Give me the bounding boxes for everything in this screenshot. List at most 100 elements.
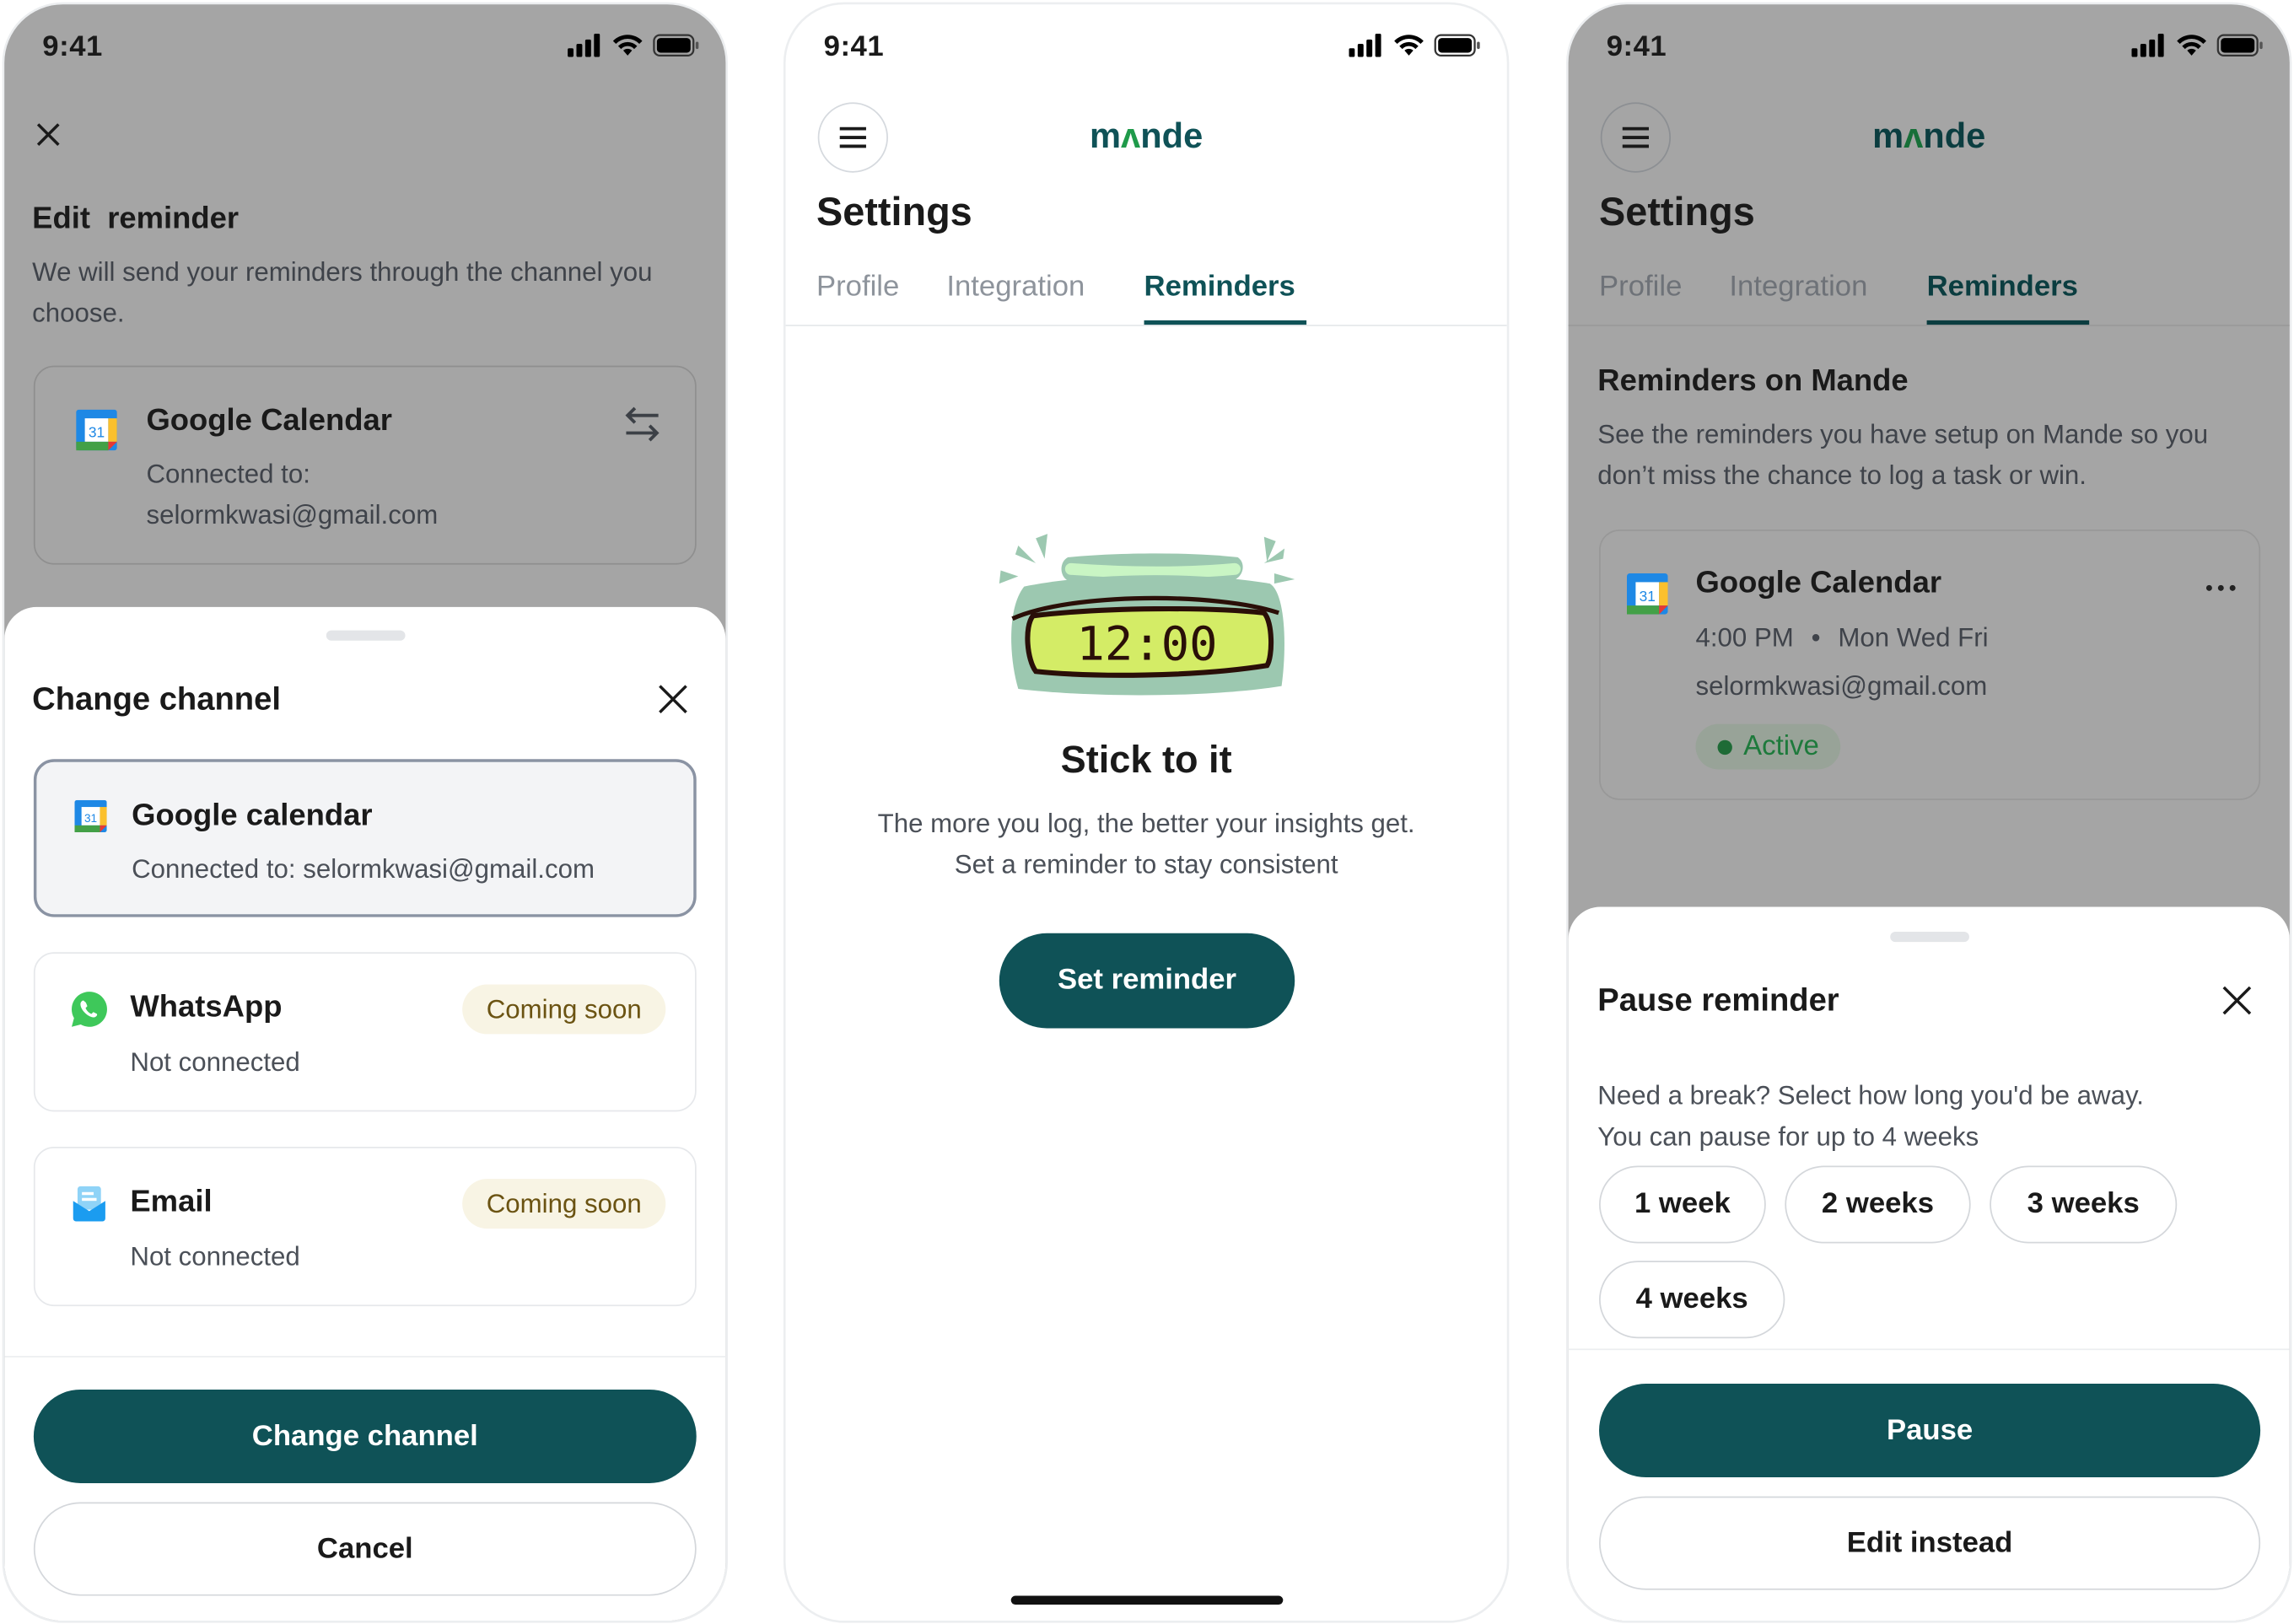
page-title: Edit reminder (32, 202, 240, 236)
reminder-email: selormkwasi@gmail.com (1695, 671, 1988, 701)
whatsapp-icon (71, 992, 107, 1027)
status-badge: Active (1695, 723, 1841, 770)
separator-dot: • (1811, 622, 1821, 653)
cancel-button[interactable]: Cancel (33, 1502, 697, 1596)
status-icons (568, 33, 699, 57)
swap-icon[interactable] (623, 406, 661, 442)
channel-option-email[interactable]: Email Not connected Coming soon (33, 1147, 697, 1307)
pause-option-2-weeks[interactable]: 2 weeks (1785, 1165, 1971, 1244)
option-name: WhatsApp (130, 990, 283, 1024)
pause-reminder-sheet: Pause reminder Need a break? Select how … (1568, 906, 2290, 1621)
pause-option-3-weeks[interactable]: 3 weeks (1990, 1165, 2178, 1244)
pause-option-1-week[interactable]: 1 week (1599, 1165, 1766, 1244)
sheet-drag-handle[interactable] (326, 630, 406, 641)
signal-icon (568, 33, 600, 57)
reminder-time: 4:00 PM (1695, 622, 1794, 653)
sheet-description-line-2: You can pause for up to 4 weeks (1597, 1121, 1979, 1152)
sheet-title: Pause reminder (1597, 981, 1839, 1019)
edit-instead-button[interactable]: Edit instead (1599, 1496, 2261, 1590)
status-dot (1716, 739, 1732, 755)
sheet-description-line-1: Need a break? Select how long you'd be a… (1597, 1080, 2144, 1110)
sheet-drag-handle[interactable] (1890, 932, 1969, 943)
signal-icon (1349, 33, 1381, 57)
pause-button[interactable]: Pause (1599, 1384, 2261, 1478)
set-reminder-button[interactable]: Set reminder (999, 933, 1295, 1029)
mande-logo: mʌnde (1872, 116, 1986, 157)
change-channel-sheet: Change channel 31 Google calendar Connec… (4, 606, 726, 1621)
status-icons (1349, 33, 1480, 57)
svg-text:31: 31 (84, 812, 97, 825)
tab-reminders[interactable]: Reminders (1927, 267, 2078, 305)
active-tab-indicator (1926, 320, 2090, 325)
empty-state-heading: Stick to it (1060, 737, 1232, 782)
option-subtitle: Connected to: selormkwasi@gmail.com (132, 854, 595, 884)
clock-display: 12:00 (1076, 616, 1217, 671)
reminders-empty-screen: 9:41 mʌnde Settings Profile Integration … (785, 4, 1507, 1621)
google-calendar-icon: 31 (76, 409, 117, 451)
current-channel-card: 31 Google Calendar Connected to: selormk… (33, 365, 697, 565)
status-label: Active (1743, 730, 1819, 761)
reminder-channel-name: Google Calendar (1695, 566, 1942, 600)
close-icon[interactable] (659, 685, 688, 714)
home-indicator (1010, 1595, 1284, 1605)
option-name: Google calendar (132, 799, 373, 833)
reminder-card[interactable]: 31 Google Calendar 4:00 PM • Mon Wed Fri… (1599, 529, 2261, 800)
wifi-icon (612, 35, 643, 56)
wifi-icon (2177, 35, 2206, 56)
coming-soon-badge: Coming soon (462, 1179, 666, 1229)
empty-state-line-2: Set a reminder to stay consistent (954, 849, 1338, 879)
option-name: Email (130, 1185, 213, 1219)
sheet-title: Change channel (32, 680, 281, 718)
pause-option-4-weeks[interactable]: 4 weeks (1599, 1261, 1785, 1339)
status-time: 9:41 (1606, 30, 1667, 63)
section-description-line-2: don’t miss the chance to log a task or w… (1597, 460, 2087, 491)
battery-icon (1434, 34, 1480, 57)
battery-icon (2216, 34, 2263, 57)
reminder-schedule: 4:00 PM • Mon Wed Fri (1696, 617, 1989, 659)
tab-profile[interactable]: Profile (816, 267, 899, 305)
channel-option-whatsapp[interactable]: WhatsApp Not connected Coming soon (33, 952, 697, 1112)
status-time: 9:41 (42, 30, 103, 63)
close-icon[interactable] (2222, 986, 2252, 1015)
wifi-icon (1394, 35, 1424, 56)
divider (1568, 1348, 2290, 1351)
page-title: Settings (816, 190, 972, 234)
channel-name: Google Calendar (146, 403, 392, 438)
close-icon[interactable] (35, 121, 62, 148)
connected-label: Connected to: (146, 459, 310, 489)
tabs-divider (1568, 325, 2290, 326)
status-time: 9:41 (823, 30, 885, 63)
option-subtitle: Not connected (130, 1047, 300, 1077)
change-channel-button[interactable]: Change channel (33, 1389, 697, 1483)
google-calendar-icon: 31 (74, 799, 107, 833)
connected-email: selormkwasi@gmail.com (146, 500, 439, 530)
reminder-days: Mon Wed Fri (1838, 622, 1989, 653)
option-subtitle: Not connected (130, 1241, 300, 1272)
more-options-icon[interactable] (2205, 583, 2237, 592)
coming-soon-badge: Coming soon (462, 984, 666, 1035)
edit-reminder-screen: 9:41 Edit reminder We will send your rem… (4, 4, 726, 1621)
channel-option-google-calendar[interactable]: 31 Google calendar Connected to: selormk… (33, 759, 697, 917)
section-title: Reminders on Mande (1597, 363, 1909, 398)
alarm-clock-illustration: 12:00 (999, 534, 1295, 696)
page-description: We will send your reminders through the … (32, 257, 653, 328)
svg-text:31: 31 (89, 424, 105, 441)
active-tab-indicator (1144, 320, 1307, 325)
status-icons (2131, 33, 2263, 57)
mande-logo: mʌnde (1090, 116, 1204, 157)
email-icon (73, 1186, 105, 1222)
google-calendar-icon: 31 (1626, 573, 1668, 615)
section-description-line-1: See the reminders you have setup on Mand… (1597, 419, 2209, 449)
tabs-divider (785, 325, 1507, 326)
page-title: Settings (1599, 190, 1755, 234)
svg-text:31: 31 (1640, 588, 1656, 605)
tab-profile[interactable]: Profile (1599, 267, 1682, 305)
tab-integration[interactable]: Integration (946, 267, 1085, 305)
pause-reminder-screen: 9:41 mʌnde Settings Profile Integration … (1568, 4, 2290, 1621)
battery-icon (653, 34, 699, 57)
signal-icon (2131, 33, 2164, 57)
tab-reminders[interactable]: Reminders (1144, 267, 1295, 305)
tab-integration[interactable]: Integration (1729, 267, 1867, 305)
divider (4, 1356, 726, 1358)
empty-state-line-1: The more you log, the better your insigh… (877, 809, 1415, 838)
